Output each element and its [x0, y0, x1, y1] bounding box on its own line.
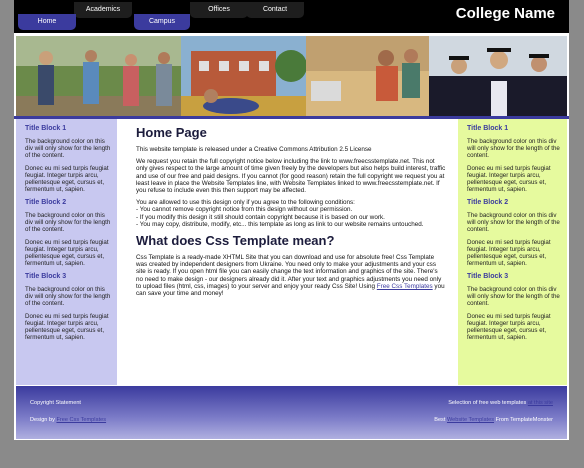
left-block3-title: Title Block 3: [25, 273, 67, 280]
condition-item: - You cannot remove copyright notice fro…: [136, 206, 353, 214]
design-by-prefix: Design by: [30, 417, 57, 423]
header-photo-study: [306, 36, 429, 118]
header-bar: Academics Offices Contact Home Campus Co…: [14, 0, 569, 33]
copyright-statement: Copyright Statement: [30, 400, 81, 406]
left-sidebar: Title Block 1 The background color on th…: [16, 119, 117, 385]
website-templates-link[interactable]: Website Templates: [447, 417, 494, 423]
selection-link[interactable]: at this site: [528, 400, 553, 406]
right-block1-text: The background color on this div will on…: [467, 138, 560, 159]
condition-item: - If you modify this design it still sho…: [136, 213, 385, 221]
left-block1-text: The background color on this div will on…: [25, 138, 111, 159]
header-photo-graduation: [429, 36, 567, 118]
header-photo-campus: [181, 36, 306, 118]
right-block3-text2: Donec eu mi sed turpis feugiat feugiat. …: [467, 313, 551, 341]
best-prefix: Best: [434, 417, 447, 423]
license-paragraph: This website template is released under …: [136, 146, 372, 153]
left-block1-title: Title Block 1: [25, 125, 67, 132]
best-templates-line: Best Website Templates From TemplateMons…: [434, 417, 553, 423]
right-block1-title: Title Block 1: [467, 125, 509, 132]
college-name: College Name: [455, 5, 555, 22]
right-block1-text2: Donec eu mi sed turpis feugiat feugiat. …: [467, 165, 551, 193]
header-photo-students: [16, 36, 181, 118]
copyright-request-paragraph: We request you retain the full copyright…: [136, 158, 446, 195]
condition-item: - You may copy, distribute, modify, etc.…: [136, 220, 424, 228]
right-block3-title: Title Block 3: [467, 273, 509, 280]
selection-line: Selection of free web templates at this …: [448, 400, 553, 406]
left-block3-text: The background color on this div will on…: [25, 286, 111, 307]
conditions-intro: You are allowed to use this design only …: [136, 199, 355, 207]
main-content: Home Page This website template is relea…: [136, 122, 446, 302]
design-by: Design by Free Css Templates: [30, 417, 106, 423]
selection-prefix: Selection of free web templates: [448, 400, 528, 406]
left-block2-title: Title Block 2: [25, 199, 67, 206]
left-block2-text: The background color on this div will on…: [25, 212, 111, 233]
section-heading: What does Css Template mean?: [136, 233, 335, 249]
nav-academics[interactable]: Academics: [74, 2, 132, 18]
nav-contact[interactable]: Contact: [246, 2, 304, 18]
nav-home[interactable]: Home: [18, 14, 76, 30]
left-block2-text2: Donec eu mi sed turpis feugiat feugiat. …: [25, 239, 109, 267]
conditions-paragraph: You are allowed to use this design only …: [136, 199, 446, 228]
left-block1-text2: Donec eu mi sed turpis feugiat feugiat. …: [25, 165, 109, 193]
page: Academics Offices Contact Home Campus Co…: [14, 0, 569, 440]
right-block2-text: The background color on this div will on…: [467, 212, 560, 233]
page-title: Home Page: [136, 125, 207, 140]
right-block2-title: Title Block 2: [467, 199, 509, 206]
footer: Copyright Statement Design by Free Css T…: [16, 386, 567, 439]
nav-campus[interactable]: Campus: [134, 14, 190, 30]
about-paragraph: Css Template is a ready-made XHTML Site …: [136, 254, 446, 297]
best-suffix: From TemplateMonster: [494, 417, 553, 423]
right-block2-text2: Donec eu mi sed turpis feugiat feugiat. …: [467, 239, 551, 267]
left-block3-text2: Donec eu mi sed turpis feugiat feugiat. …: [25, 313, 109, 341]
free-css-templates-link[interactable]: Free Css Templates: [377, 283, 433, 290]
nav-offices[interactable]: Offices: [190, 2, 248, 18]
right-sidebar: Title Block 1 The background color on th…: [458, 119, 567, 385]
design-by-link[interactable]: Free Css Templates: [56, 417, 106, 423]
right-block3-text: The background color on this div will on…: [467, 286, 560, 307]
